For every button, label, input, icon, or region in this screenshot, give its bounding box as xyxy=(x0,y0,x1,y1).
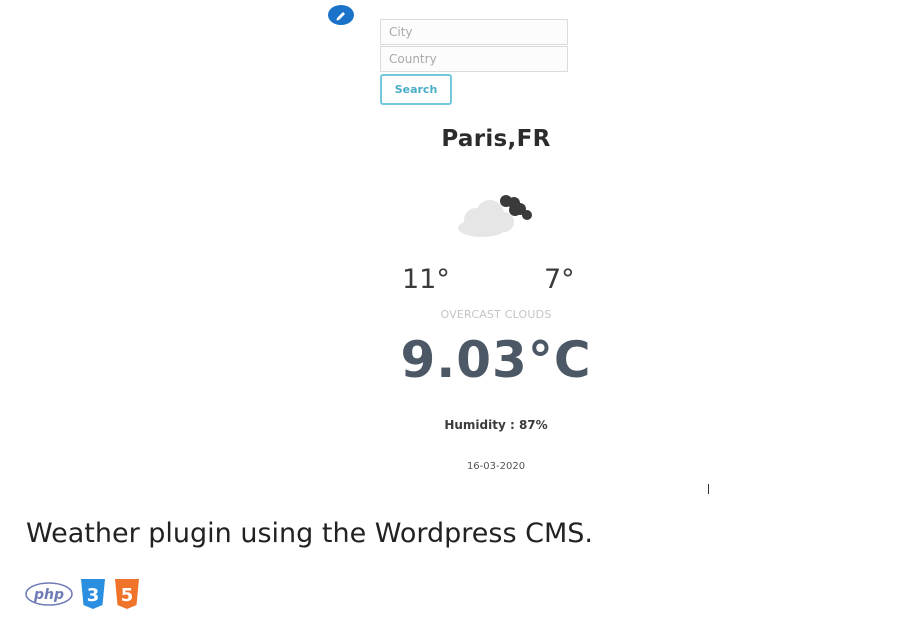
city-input[interactable] xyxy=(380,19,568,45)
html5-icon: 5 xyxy=(115,579,139,609)
tech-badges: php 3 5 xyxy=(25,578,141,610)
edit-button[interactable] xyxy=(328,5,354,25)
humidity: Humidity : 87% xyxy=(444,418,548,432)
project-caption: Weather plugin using the Wordpress CMS. xyxy=(26,518,593,549)
country-input[interactable] xyxy=(380,46,568,72)
location-title: Paris,FR xyxy=(441,126,551,152)
text-cursor xyxy=(708,484,709,494)
date: 16-03-2020 xyxy=(466,461,526,472)
html5-label: 5 xyxy=(121,585,134,606)
css3-label: 3 xyxy=(87,585,100,606)
current-temperature: 9.03°C xyxy=(400,331,592,389)
css3-icon: 3 xyxy=(81,579,105,609)
cloud-icon xyxy=(458,195,532,237)
pencil-icon xyxy=(336,12,345,21)
php-icon: php xyxy=(25,582,73,606)
php-label: php xyxy=(33,587,64,603)
search-button[interactable]: Search xyxy=(380,74,452,105)
temp-max: 11° xyxy=(402,264,450,295)
weather-condition: OVERCAST CLOUDS xyxy=(440,308,552,321)
temp-min: 7° xyxy=(544,264,575,295)
